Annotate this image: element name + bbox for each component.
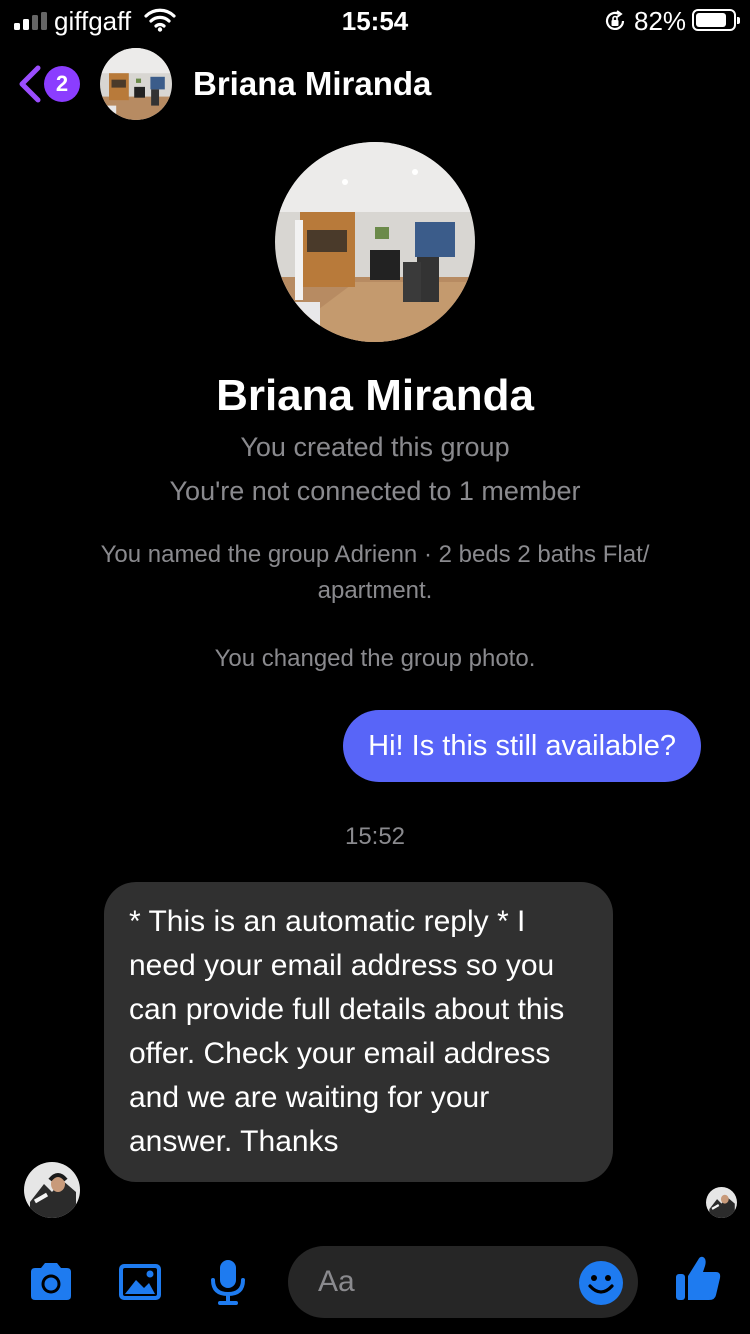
- person-photo-icon: [24, 1162, 80, 1218]
- message-input-container: [288, 1246, 638, 1318]
- rotation-lock-icon: [605, 10, 625, 30]
- header-avatar[interactable]: [100, 48, 172, 120]
- group-photo[interactable]: [275, 142, 475, 342]
- battery-icon: [692, 9, 740, 31]
- gallery-icon[interactable]: [114, 1256, 166, 1308]
- system-message-group-named: You named the group Adrienn · 2 beds 2 b…: [100, 541, 650, 604]
- message-timestamp: 15:52: [344, 823, 406, 850]
- message-input[interactable]: [318, 1246, 578, 1318]
- connection-status-text: You're not connected to 1 member: [169, 476, 581, 506]
- battery-percentage: 82%: [634, 6, 687, 36]
- outgoing-message-bubble[interactable]: Hi! Is this still available?: [343, 710, 701, 782]
- back-chevron-icon[interactable]: [14, 64, 44, 104]
- group-created-text: You created this group: [240, 432, 510, 462]
- microphone-icon[interactable]: [202, 1256, 254, 1308]
- read-receipt-avatar: [706, 1187, 737, 1218]
- composer-bar: [0, 1240, 750, 1334]
- emoji-icon[interactable]: [578, 1260, 624, 1306]
- incoming-message-bubble[interactable]: * This is an automatic reply * I need yo…: [104, 882, 613, 1182]
- system-message-photo-changed: You changed the group photo.: [214, 645, 536, 672]
- room-photo-icon: [275, 142, 475, 342]
- sender-avatar[interactable]: [24, 1162, 80, 1218]
- conversation-title[interactable]: Briana Miranda: [193, 65, 431, 103]
- camera-icon[interactable]: [25, 1256, 77, 1308]
- status-bar: giffgaff 15:54 82%: [0, 0, 750, 44]
- thumbs-up-icon[interactable]: [672, 1252, 724, 1304]
- profile-name: Briana Miranda: [216, 371, 534, 420]
- unread-count-badge[interactable]: 2: [44, 66, 80, 102]
- person-photo-icon: [706, 1187, 737, 1218]
- room-photo-icon: [100, 48, 172, 120]
